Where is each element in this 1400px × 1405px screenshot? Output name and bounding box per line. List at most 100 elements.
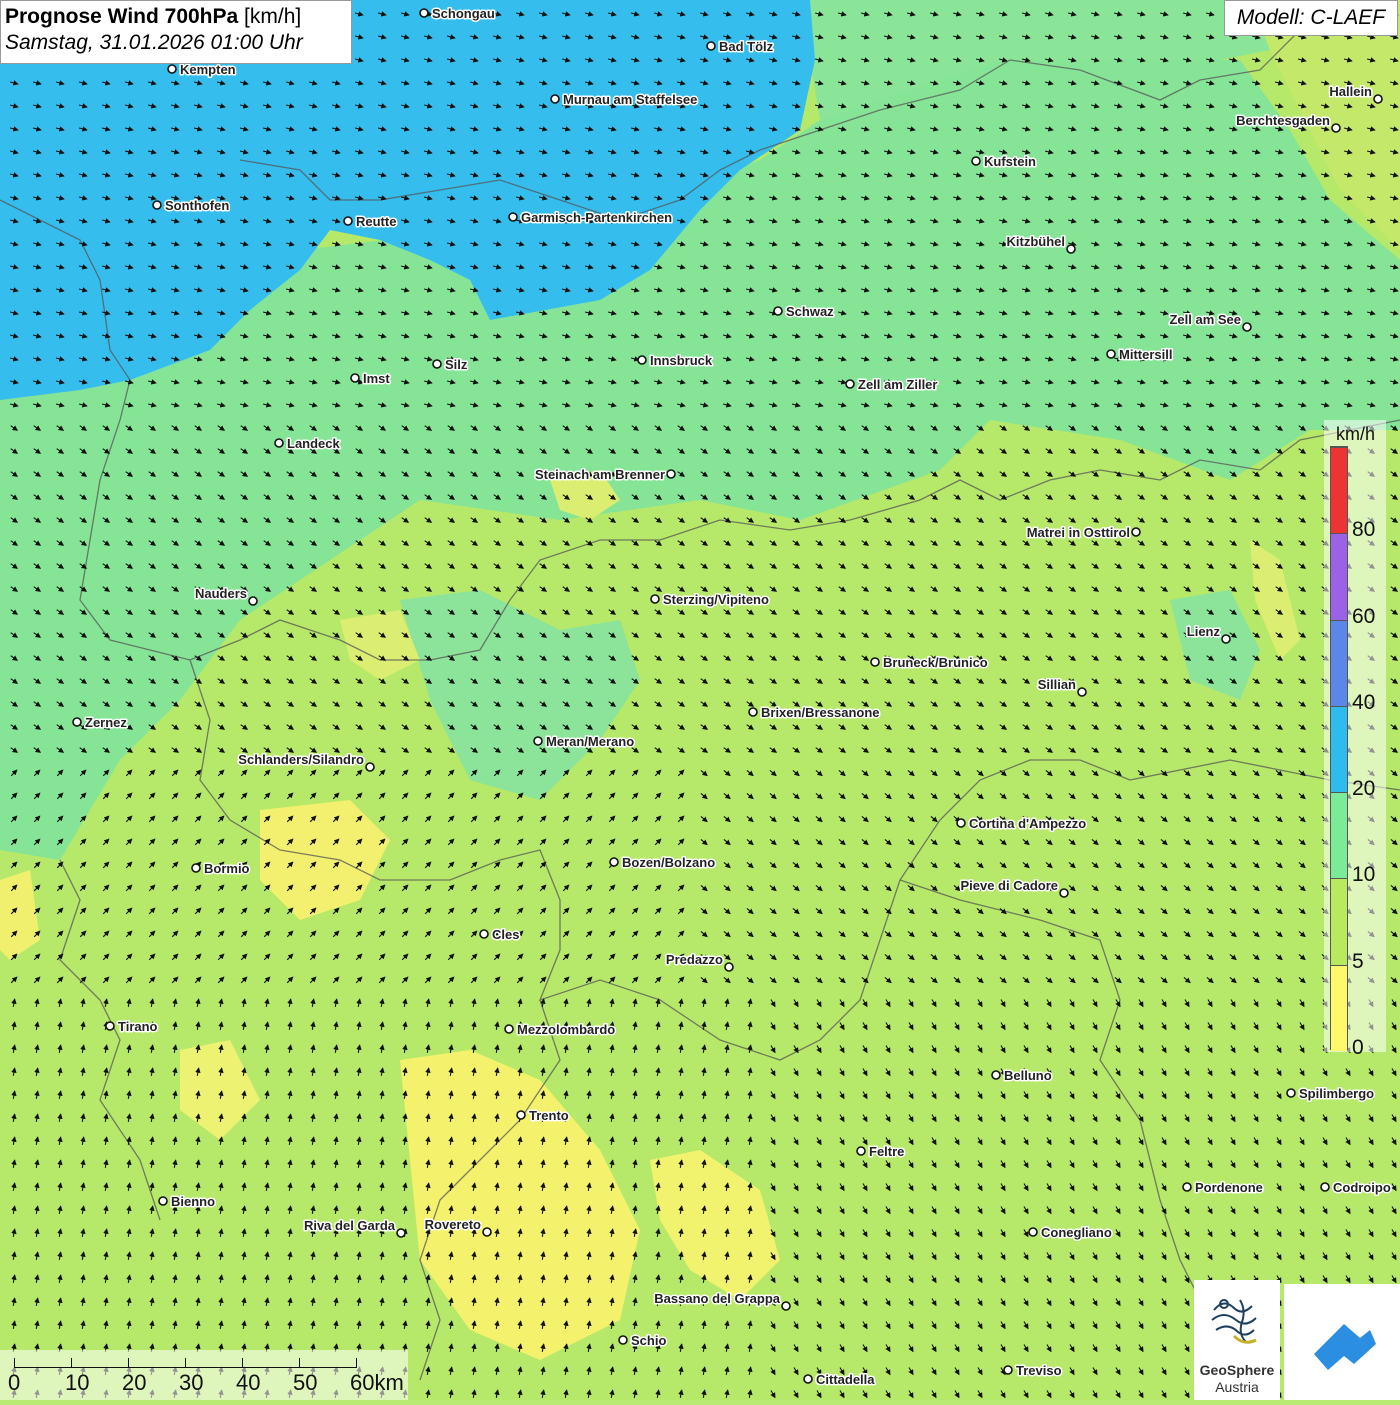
city-garmisch-partenkirchen[interactable]: Garmisch-Partenkirchen xyxy=(508,209,674,227)
city-label: Kufstein xyxy=(984,154,1036,169)
city-sonthofen[interactable]: Sonthofen xyxy=(152,197,231,215)
city-zell-am-ziller[interactable]: Zell am Ziller xyxy=(845,376,939,394)
city-marker-icon xyxy=(724,962,734,972)
city-label: Rovereto xyxy=(425,1217,481,1232)
city-label: Mezzolombardo xyxy=(517,1022,615,1037)
city-label: Reutte xyxy=(356,214,396,229)
scale-bar-label: 40 xyxy=(236,1370,261,1395)
legend-tick-label: 80 xyxy=(1352,518,1376,542)
logo-text-geosphere: GeoSphere xyxy=(1199,1362,1275,1378)
city-label: Codroipo xyxy=(1333,1180,1391,1195)
city-label: Spilimbergo xyxy=(1299,1086,1374,1101)
city-label: Matrei in Osttirol xyxy=(1027,525,1130,540)
city-label: Hallein xyxy=(1329,84,1372,99)
city-marker-icon xyxy=(72,717,82,727)
scale-bar-label: 0 xyxy=(8,1370,21,1395)
city-label: Sonthofen xyxy=(165,198,229,213)
city-innsbruck[interactable]: Innsbruck xyxy=(637,352,714,370)
city-label: Silz xyxy=(445,357,468,372)
city-schongau[interactable]: Schongau xyxy=(419,5,496,23)
legend-tick-label: 0 xyxy=(1352,1036,1364,1059)
city-meran-merano[interactable]: Meran/Merano xyxy=(533,733,636,751)
city-matrei-in-osttirol[interactable]: Matrei in Osttirol xyxy=(1025,524,1141,542)
legend-tick-label: 5 xyxy=(1352,949,1364,973)
legend-tick-label: 10 xyxy=(1352,863,1376,887)
city-label: Imst xyxy=(363,371,390,386)
city-marker-icon xyxy=(396,1228,406,1238)
city-marker-icon xyxy=(991,1070,1001,1080)
city-marker-icon xyxy=(1106,349,1116,359)
city-marker-icon xyxy=(516,1110,526,1120)
city-label: Sterzing/Vipiteno xyxy=(663,592,769,607)
city-marker-icon xyxy=(504,1024,514,1034)
city-sterzing-vipiteno[interactable]: Sterzing/Vipiteno xyxy=(650,591,770,609)
city-label: Zernez xyxy=(85,715,127,730)
city-mezzolombardo[interactable]: Mezzolombardo xyxy=(504,1021,617,1039)
wind-forecast-map[interactable]: Schongau Bad Tölz Kempten Murnau am Staffel… xyxy=(0,0,1400,1400)
city-steinach-am-brenner[interactable]: Steinach am Brenner xyxy=(533,466,676,484)
city-marker-icon xyxy=(533,736,543,746)
geosphere-logo[interactable]: GeoSphere Austria xyxy=(1194,1280,1280,1400)
city-brixen-bressanone[interactable]: Brixen/Bressanone xyxy=(748,704,881,722)
city-marker-icon xyxy=(274,438,284,448)
scale-bar-label: 60km xyxy=(350,1370,404,1395)
city-marker-icon xyxy=(1242,322,1252,332)
scale-bar-tick xyxy=(356,1358,357,1368)
city-cortina-d-ampezzo[interactable]: Cortina d'Ampezzo xyxy=(956,815,1088,833)
city-label: Nauders xyxy=(195,586,247,601)
city-bozen-bolzano[interactable]: Bozen/Bolzano xyxy=(609,854,717,872)
logo-text-austria: Austria xyxy=(1215,1379,1259,1395)
city-pordenone[interactable]: Pordenone xyxy=(1182,1179,1264,1197)
city-marker-icon xyxy=(1320,1182,1330,1192)
city-marker-icon xyxy=(1003,1365,1013,1375)
city-conegliano[interactable]: Conegliano xyxy=(1028,1224,1113,1242)
legend-color-bar xyxy=(1330,446,1348,1051)
city-label: Bad Tölz xyxy=(719,39,774,54)
city-label: Brixen/Bressanone xyxy=(761,705,880,720)
city-marker-icon xyxy=(1373,94,1383,104)
city-label: Mittersill xyxy=(1119,347,1172,362)
city-spilimbergo[interactable]: Spilimbergo xyxy=(1286,1085,1376,1103)
scale-bar-line xyxy=(14,1367,356,1368)
city-marker-icon xyxy=(856,1146,866,1156)
city-label: Bormio xyxy=(204,861,250,876)
scale-bar-label: 20 xyxy=(122,1370,147,1395)
app-logo[interactable] xyxy=(1284,1284,1400,1400)
city-label: Bozen/Bolzano xyxy=(622,855,715,870)
city-bruneck-brunico[interactable]: Bruneck/Brunico xyxy=(870,654,989,672)
city-label: Belluno xyxy=(1004,1068,1052,1083)
city-label: Garmisch-Partenkirchen xyxy=(521,210,672,225)
city-label: Schwaz xyxy=(786,304,834,319)
legend-band xyxy=(1331,447,1347,534)
city-marker-icon xyxy=(419,8,429,18)
city-marker-icon xyxy=(191,863,201,873)
legend-band xyxy=(1331,878,1347,965)
city-label: Riva del Garda xyxy=(304,1218,396,1233)
city-marker-icon xyxy=(1066,244,1076,254)
city-marker-icon xyxy=(1059,888,1069,898)
city-marker-icon xyxy=(803,1374,813,1384)
city-marker-icon xyxy=(781,1301,791,1311)
city-marker-icon xyxy=(618,1335,628,1345)
city-label: Innsbruck xyxy=(650,353,713,368)
legend-unit: km/h xyxy=(1336,424,1376,444)
city-marker-icon xyxy=(508,212,518,222)
scale-bar-label: 30 xyxy=(179,1370,204,1395)
city-marker-icon xyxy=(432,359,442,369)
city-label: Schio xyxy=(631,1333,666,1348)
city-label: Sillian xyxy=(1038,677,1076,692)
city-label: Cittadella xyxy=(816,1372,875,1387)
legend-band xyxy=(1331,533,1347,620)
model-label: Modell: C-LAEF xyxy=(1224,0,1398,36)
city-marker-icon xyxy=(773,306,783,316)
city-marker-icon xyxy=(1131,527,1141,537)
city-label: Cles xyxy=(492,927,519,942)
city-marker-icon xyxy=(706,41,716,51)
city-label: Bruneck/Brunico xyxy=(883,655,988,670)
scale-bar-label: 50 xyxy=(293,1370,318,1395)
city-marker-icon xyxy=(365,762,375,772)
map-title-main: Prognose Wind 700hPa xyxy=(5,5,239,28)
city-marker-icon xyxy=(956,818,966,828)
city-murnau-am-staffelsee[interactable]: Murnau am Staffelsee xyxy=(550,91,699,109)
app-logo-icon xyxy=(1314,1324,1376,1370)
